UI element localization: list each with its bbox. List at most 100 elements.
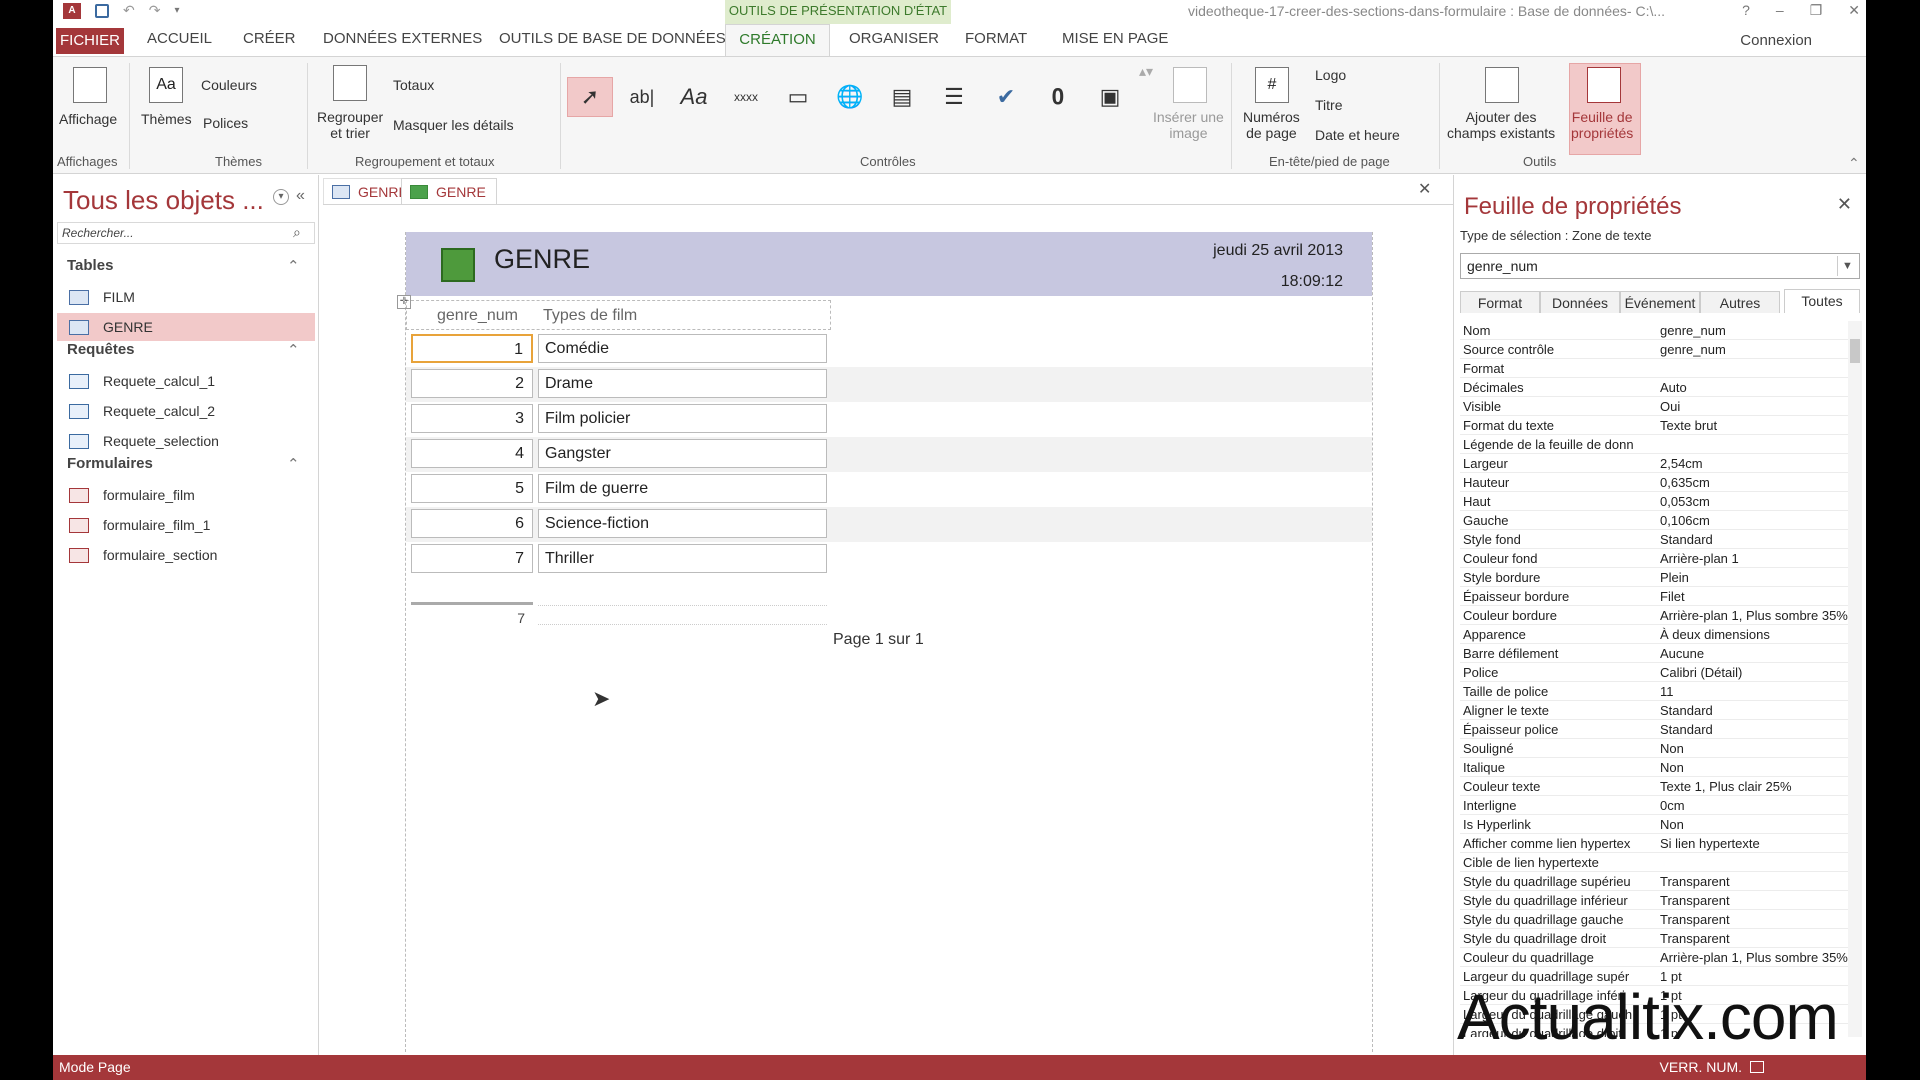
property-row[interactable]: Style du quadrillage droit Transparent xyxy=(1460,929,1850,948)
affichage-button[interactable]: Affichage xyxy=(59,111,117,127)
tab-creation[interactable]: CRÉATION xyxy=(725,24,830,56)
tab-format[interactable]: Format xyxy=(1460,291,1540,313)
property-row[interactable]: Épaisseur bordure Filet xyxy=(1460,587,1850,606)
genre-num-cell[interactable]: 1 xyxy=(411,334,533,363)
tab-accueil[interactable]: ACCUEIL xyxy=(147,30,212,47)
property-row[interactable]: Couleur texte Texte 1, Plus clair 25% xyxy=(1460,777,1850,796)
regrouper-button[interactable]: Regrouper et trier xyxy=(317,109,383,141)
property-row[interactable]: Style fond Standard xyxy=(1460,530,1850,549)
tab-donnees[interactable]: Données xyxy=(1540,291,1620,313)
navigation-control-icon[interactable]: ▤ xyxy=(879,77,925,117)
total-count[interactable]: 7 xyxy=(411,602,533,626)
collapse-ribbon-icon[interactable]: ⌃ xyxy=(1848,155,1860,172)
themes-button[interactable]: Thèmes xyxy=(141,111,192,127)
couleurs-button[interactable]: Couleurs xyxy=(201,77,257,93)
masquer-details-button[interactable]: Masquer les détails xyxy=(393,117,514,133)
select-tool-icon[interactable]: ➚ xyxy=(567,77,613,117)
property-row[interactable]: Cible de lien hypertexte xyxy=(1460,853,1850,872)
checkbox-control-icon[interactable]: ✔ xyxy=(983,77,1029,117)
property-value[interactable]: Calibri (Détail) xyxy=(1660,665,1848,680)
layout-selector-icon[interactable]: ✛ xyxy=(397,295,411,309)
minimize-icon[interactable]: – xyxy=(1776,2,1784,19)
type-cell[interactable]: Comédie xyxy=(538,334,827,363)
logo-button[interactable]: Logo xyxy=(1315,67,1346,83)
nav-item-formulaire-film[interactable]: formulaire_film xyxy=(57,481,315,509)
page-number[interactable]: Page 1 sur 1 xyxy=(833,631,924,649)
property-row[interactable]: Style bordure Plein xyxy=(1460,568,1850,587)
property-row[interactable]: Italique Non xyxy=(1460,758,1850,777)
type-cell[interactable]: Film de guerre xyxy=(538,474,827,503)
property-value[interactable]: Standard xyxy=(1660,722,1848,737)
genre-num-cell[interactable]: 6 xyxy=(411,509,533,538)
report-title[interactable]: GENRE xyxy=(494,244,590,275)
property-value[interactable]: 0,106cm xyxy=(1660,513,1848,528)
nav-menu-icon[interactable]: ▾ xyxy=(273,189,289,205)
property-row[interactable]: Taille de police 11 xyxy=(1460,682,1850,701)
restore-icon[interactable]: ❐ xyxy=(1810,2,1823,19)
tab-fichier[interactable]: FICHIER xyxy=(56,28,124,54)
section-requetes[interactable]: Requêtes ⌃ xyxy=(67,341,300,359)
date-heure-button[interactable]: Date et heure xyxy=(1315,127,1400,143)
property-value[interactable]: Texte brut xyxy=(1660,418,1848,433)
textbox-control-icon[interactable]: ab| xyxy=(619,77,665,117)
tab-donnees-externes[interactable]: DONNÉES EXTERNES xyxy=(323,30,482,47)
report-logo-icon[interactable] xyxy=(441,248,475,282)
property-row[interactable]: Format du texte Texte brut xyxy=(1460,416,1850,435)
nav-item-genre[interactable]: GENRE xyxy=(57,313,315,341)
control-selector[interactable]: genre_num ▼ xyxy=(1460,253,1860,279)
property-row[interactable]: Couleur du quadrillage Arrière-plan 1, Pl… xyxy=(1460,948,1850,967)
nav-search-input[interactable]: Rechercher... xyxy=(57,222,315,244)
property-row[interactable]: Is Hyperlink Non xyxy=(1460,815,1850,834)
totaux-button[interactable]: Totaux xyxy=(393,77,434,93)
property-row[interactable]: Afficher comme lien hypertex Si lien hype… xyxy=(1460,834,1850,853)
property-row[interactable]: Largeur 2,54cm xyxy=(1460,454,1850,473)
customize-qat-icon[interactable]: ▾ xyxy=(174,5,179,16)
button-control-icon[interactable]: xxxx xyxy=(723,77,769,117)
property-value[interactable]: Plein xyxy=(1660,570,1848,585)
property-row[interactable]: Apparence À deux dimensions xyxy=(1460,625,1850,644)
nav-item-formulaire-section[interactable]: formulaire_section xyxy=(57,541,315,569)
property-row[interactable]: Barre défilement Aucune xyxy=(1460,644,1850,663)
property-value[interactable]: genre_num xyxy=(1660,323,1848,338)
property-value[interactable]: Transparent xyxy=(1660,893,1848,908)
property-row[interactable]: Hauteur 0,635cm xyxy=(1460,473,1850,492)
nav-item-formulaire-film-1[interactable]: formulaire_film_1 xyxy=(57,511,315,539)
nav-item-film[interactable]: FILM xyxy=(57,283,315,311)
property-row[interactable]: Source contrôle genre_num xyxy=(1460,340,1850,359)
section-formulaires[interactable]: Formulaires ⌃ xyxy=(67,455,300,473)
property-value[interactable]: Transparent xyxy=(1660,912,1848,927)
tab-format[interactable]: FORMAT xyxy=(965,30,1027,47)
property-value[interactable]: 0,053cm xyxy=(1660,494,1848,509)
connexion-link[interactable]: Connexion xyxy=(1740,32,1812,49)
property-value[interactable]: 0,635cm xyxy=(1660,475,1848,490)
attachment-control-icon[interactable]: 𝟎 xyxy=(1035,77,1081,117)
property-value[interactable]: Aucune xyxy=(1660,646,1848,661)
property-row[interactable]: Nom genre_num xyxy=(1460,321,1850,340)
tab-mise-en-page[interactable]: MISE EN PAGE xyxy=(1062,30,1168,47)
redo-icon[interactable]: ↷ xyxy=(149,2,161,19)
property-value[interactable]: Standard xyxy=(1660,532,1848,547)
genre-num-cell[interactable]: 7 xyxy=(411,544,533,573)
property-value[interactable]: Texte 1, Plus clair 25% xyxy=(1660,779,1848,794)
genre-num-cell[interactable]: 2 xyxy=(411,369,533,398)
combobox-control-icon[interactable]: ☰ xyxy=(931,77,977,117)
property-value[interactable]: genre_num xyxy=(1660,342,1848,357)
property-value[interactable]: Arrière-plan 1, Plus sombre 35% xyxy=(1660,608,1848,623)
property-row[interactable]: Format xyxy=(1460,359,1850,378)
close-property-sheet-icon[interactable]: ✕ xyxy=(1837,194,1852,215)
property-row[interactable]: Décimales Auto xyxy=(1460,378,1850,397)
label-control-icon[interactable]: Aa xyxy=(671,77,717,117)
report-date[interactable]: jeudi 25 avril 2013 xyxy=(1213,242,1343,260)
chevron-up-icon[interactable]: ⌃ xyxy=(287,341,300,359)
property-row[interactable]: Couleur fond Arrière-plan 1 xyxy=(1460,549,1850,568)
polices-button[interactable]: Polices xyxy=(203,115,248,131)
controls-scroll-icon[interactable]: ▴▾ xyxy=(1139,63,1153,80)
property-row[interactable]: Haut 0,053cm xyxy=(1460,492,1850,511)
ajouter-champs-button[interactable]: Ajouter des champs existants xyxy=(1447,109,1555,141)
feuille-proprietes-button[interactable]: Feuille de propriétés xyxy=(1571,109,1633,141)
nav-collapse-icon[interactable]: « xyxy=(296,187,305,205)
property-value[interactable]: À deux dimensions xyxy=(1660,627,1848,642)
tab-creer[interactable]: CRÉER xyxy=(243,30,296,47)
property-row[interactable]: Souligné Non xyxy=(1460,739,1850,758)
property-row[interactable]: Épaisseur police Standard xyxy=(1460,720,1850,739)
